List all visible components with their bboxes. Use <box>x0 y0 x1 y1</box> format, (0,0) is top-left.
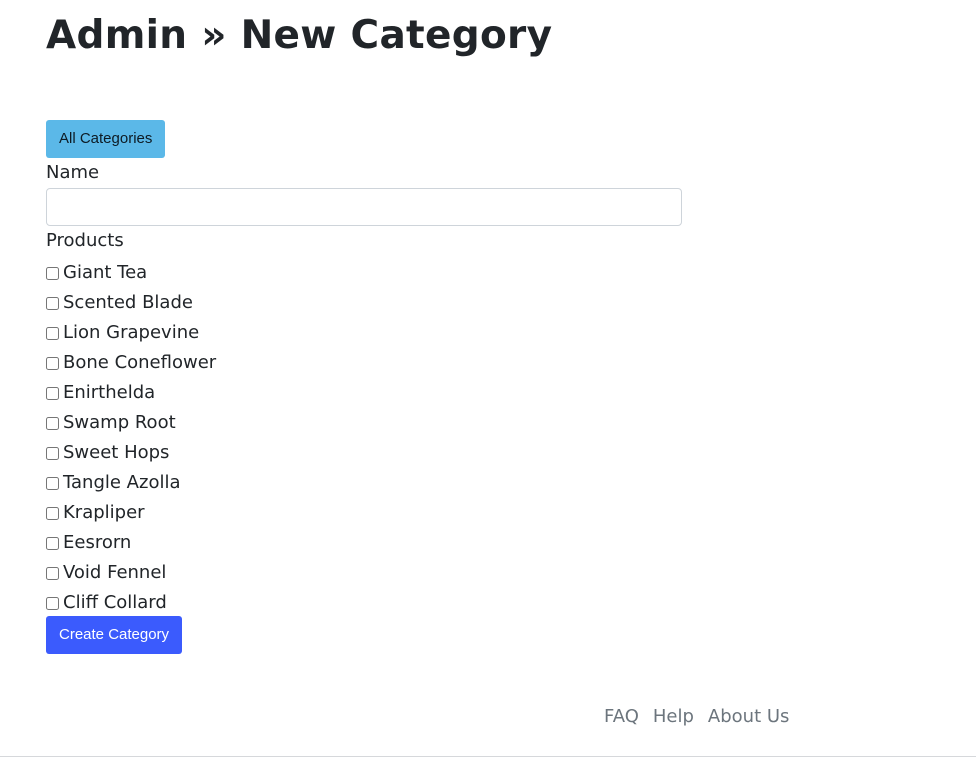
footer-nav: FAQ Help About Us <box>604 704 789 730</box>
product-item-enirthelda: Enirthelda <box>46 378 216 408</box>
product-checkbox-swamp-root[interactable] <box>46 416 59 430</box>
footer-link-about-us[interactable]: About Us <box>708 704 790 730</box>
product-item-krapliper: Krapliper <box>46 498 216 528</box>
product-item-giant-tea: Giant Tea <box>46 258 216 288</box>
footer-link-help[interactable]: Help <box>653 704 694 730</box>
product-label-swamp-root: Swamp Root <box>63 412 176 433</box>
product-checkbox-sweet-hops[interactable] <box>46 446 59 460</box>
product-label-void-fennel: Void Fennel <box>63 562 167 583</box>
product-checkbox-krapliper[interactable] <box>46 506 59 520</box>
product-label-tangle-azolla: Tangle Azolla <box>63 472 181 493</box>
footer-divider <box>0 756 976 757</box>
product-label-bone-coneflower: Bone Coneflower <box>63 352 217 373</box>
product-checkbox-enirthelda[interactable] <box>46 386 59 400</box>
product-item-eesrorn: Eesrorn <box>46 528 216 558</box>
product-checkbox-void-fennel[interactable] <box>46 566 59 580</box>
product-label-scented-blade: Scented Blade <box>63 292 193 313</box>
product-label-enirthelda: Enirthelda <box>63 382 156 403</box>
page-title: Admin » New Category <box>46 13 553 58</box>
page: Admin » New Category All Categories Name… <box>0 0 976 760</box>
product-label-lion-grapevine: Lion Grapevine <box>63 322 200 343</box>
create-category-button[interactable]: Create Category <box>46 616 183 654</box>
product-label-giant-tea: Giant Tea <box>63 262 148 283</box>
product-label-sweet-hops: Sweet Hops <box>63 442 170 463</box>
product-checkbox-eesrorn[interactable] <box>46 536 59 550</box>
product-checkbox-bone-coneflower[interactable] <box>46 356 59 370</box>
footer-link-faq[interactable]: FAQ <box>604 704 639 730</box>
product-label-cliff-collard: Cliff Collard <box>63 592 167 613</box>
product-label-krapliper: Krapliper <box>63 502 145 523</box>
all-categories-button[interactable]: All Categories <box>46 120 166 158</box>
product-item-cliff-collard: Cliff Collard <box>46 588 216 618</box>
product-item-lion-grapevine: Lion Grapevine <box>46 318 216 348</box>
name-label: Name <box>46 162 100 183</box>
product-label-eesrorn: Eesrorn <box>63 532 132 553</box>
name-input[interactable] <box>46 188 682 226</box>
product-checkbox-tangle-azolla[interactable] <box>46 476 59 490</box>
product-checkbox-giant-tea[interactable] <box>46 266 59 280</box>
product-item-void-fennel: Void Fennel <box>46 558 216 588</box>
product-item-scented-blade: Scented Blade <box>46 288 216 318</box>
product-item-swamp-root: Swamp Root <box>46 408 216 438</box>
product-item-bone-coneflower: Bone Coneflower <box>46 348 216 378</box>
product-list: Giant Tea Scented Blade Lion Grapevine B… <box>46 258 216 618</box>
products-label: Products <box>46 230 124 251</box>
product-item-sweet-hops: Sweet Hops <box>46 438 216 468</box>
product-checkbox-scented-blade[interactable] <box>46 296 59 310</box>
product-item-tangle-azolla: Tangle Azolla <box>46 468 216 498</box>
product-checkbox-lion-grapevine[interactable] <box>46 326 59 340</box>
product-checkbox-cliff-collard[interactable] <box>46 596 59 610</box>
